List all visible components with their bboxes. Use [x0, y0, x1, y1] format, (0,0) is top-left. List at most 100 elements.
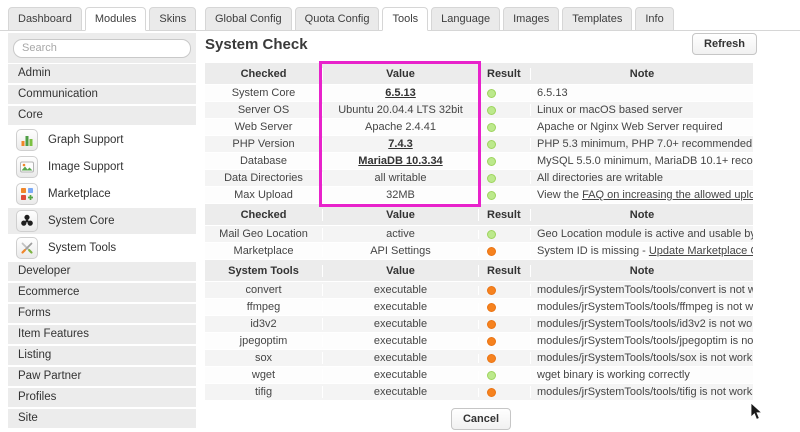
checked-cell: wget	[205, 369, 322, 381]
sidebar-category-core[interactable]: Core	[8, 106, 196, 125]
result-cell	[478, 123, 530, 132]
note-cell: modules/jrSystemTools/tools/id3v2 is not…	[530, 318, 753, 330]
value-cell: 7.4.3	[322, 138, 478, 150]
sidebar-item-label: System Tools	[48, 242, 116, 254]
note-cell: View the FAQ on increasing the allowed u…	[530, 189, 753, 201]
refresh-button[interactable]: Refresh	[692, 33, 757, 55]
checked-cell: Database	[205, 155, 322, 167]
note-cell: wget binary is working correctly	[530, 369, 753, 381]
value-cell: API Settings	[322, 245, 478, 257]
checked-cell: sox	[205, 352, 322, 364]
note-cell: modules/jrSystemTools/tools/jpegoptim is…	[530, 335, 753, 347]
note-text: modules/jrSystemTools/tools/id3v2 is not…	[537, 318, 753, 330]
sidebar-category-item-features[interactable]: Item Features	[8, 325, 196, 344]
tab-language[interactable]: Language	[431, 7, 500, 31]
tab-skins[interactable]: Skins	[149, 7, 196, 31]
status-dot-warning	[487, 320, 496, 329]
result-cell	[478, 191, 530, 200]
value-cell: executable	[322, 301, 478, 313]
checked-cell: id3v2	[205, 318, 322, 330]
sidebar-item-list: Admin Communication Core Graph SupportImage…	[8, 64, 196, 428]
result-cell	[478, 303, 530, 312]
checked-cell: PHP Version	[205, 138, 322, 150]
sidebar-item-image-support[interactable]: Image Support	[8, 154, 196, 180]
value-link[interactable]: 7.4.3	[388, 138, 412, 150]
note-text: All directories are writable	[537, 172, 663, 184]
sidebar-item-system-core[interactable]: System Core	[8, 208, 196, 234]
sidebar-item-graph-support[interactable]: Graph Support	[8, 127, 196, 153]
tab-info[interactable]: Info	[635, 7, 673, 31]
value-cell: MariaDB 10.3.34	[322, 155, 478, 167]
page-title: System Check	[205, 33, 308, 53]
table-header-row: System ToolsValueResultNote	[205, 260, 753, 282]
tab-global-config[interactable]: Global Config	[205, 7, 292, 31]
status-dot-warning	[487, 354, 496, 363]
cancel-button[interactable]: Cancel	[451, 408, 511, 430]
main-header: System Check Refresh	[205, 33, 757, 63]
checked-cell: Mail Geo Location	[205, 228, 322, 240]
marketplace-grid-icon	[16, 183, 38, 205]
note-cell: modules/jrSystemTools/tools/tifig is not…	[530, 386, 753, 398]
sidebar-category-site[interactable]: Site	[8, 409, 196, 428]
note-text: modules/jrSystemTools/tools/jpegoptim is…	[537, 335, 753, 347]
status-dot-ok	[487, 174, 496, 183]
status-dot-ok	[487, 89, 496, 98]
checked-cell: Server OS	[205, 104, 322, 116]
sidebar-category-profiles[interactable]: Profiles	[8, 388, 196, 407]
tab-quota-config[interactable]: Quota Config	[295, 7, 380, 31]
value-link[interactable]: MariaDB 10.3.34	[358, 155, 442, 167]
sidebar-category-developer[interactable]: Developer	[8, 262, 196, 281]
status-dot-ok	[487, 140, 496, 149]
value-cell: Apache 2.4.41	[322, 121, 478, 133]
sidebar-item-marketplace[interactable]: Marketplace	[8, 181, 196, 207]
main-content: System Check Refresh CheckedValueResultN…	[205, 33, 757, 430]
note-text: 6.5.13	[537, 87, 568, 99]
value-link[interactable]: 6.5.13	[385, 87, 416, 99]
tab-images[interactable]: Images	[503, 7, 559, 31]
table-row: Web ServerApache 2.4.41Apache or Nginx W…	[205, 119, 753, 136]
status-dot-ok	[487, 123, 496, 132]
note-cell: Geo Location module is active and usable…	[530, 228, 753, 240]
sidebar-item-system-tools[interactable]: System Tools	[8, 235, 196, 261]
sidebar-category-ecommerce[interactable]: Ecommerce	[8, 283, 196, 302]
result-cell	[478, 174, 530, 183]
note-cell: Linux or macOS based server	[530, 104, 753, 116]
sidebar-category-communication[interactable]: Communication	[8, 85, 196, 104]
column-header-note: Note	[530, 209, 753, 221]
sidebar-category-listing[interactable]: Listing	[8, 346, 196, 365]
search-input[interactable]	[13, 39, 191, 58]
note-cell: MySQL 5.5.0 minimum, MariaDB 10.1+ recom…	[530, 155, 753, 167]
value-cell: all writable	[322, 172, 478, 184]
result-cell	[478, 230, 530, 239]
note-text: modules/jrSystemTools/tools/ffmpeg is no…	[537, 301, 753, 313]
table-row: soxexecutablemodules/jrSystemTools/tools…	[205, 350, 753, 367]
table-row: tifigexecutablemodules/jrSystemTools/too…	[205, 384, 753, 401]
note-cell: modules/jrSystemTools/tools/ffmpeg is no…	[530, 301, 753, 313]
tab-templates[interactable]: Templates	[562, 7, 632, 31]
tab-modules[interactable]: Modules	[85, 7, 147, 31]
table-row: convertexecutablemodules/jrSystemTools/t…	[205, 282, 753, 299]
value-cell: Ubuntu 20.04.4 LTS 32bit	[322, 104, 478, 116]
note-link[interactable]: FAQ on increasing the allowed upload siz…	[582, 189, 753, 201]
table-row: Data Directoriesall writableAll director…	[205, 170, 753, 187]
sidebar-category-paw-partner[interactable]: Paw Partner	[8, 367, 196, 386]
table-row: wgetexecutablewget binary is working cor…	[205, 367, 753, 384]
sidebar-category-admin[interactable]: Admin	[8, 64, 196, 83]
note-text: Geo Location module is active and usable…	[537, 228, 753, 240]
sidebar-category-forms[interactable]: Forms	[8, 304, 196, 323]
column-header-value: Value	[322, 68, 478, 80]
note-cell: 6.5.13	[530, 87, 753, 99]
checked-cell: System Core	[205, 87, 322, 99]
result-cell	[478, 320, 530, 329]
status-dot-warning	[487, 247, 496, 256]
table-row: Max Upload32MBView the FAQ on increasing…	[205, 187, 753, 204]
note-text: View the	[537, 189, 582, 201]
table-row: ffmpegexecutablemodules/jrSystemTools/to…	[205, 299, 753, 316]
note-link[interactable]: Update Marketplace Config	[649, 245, 753, 257]
tab-dashboard[interactable]: Dashboard	[8, 7, 82, 31]
table-row: jpegoptimexecutablemodules/jrSystemTools…	[205, 333, 753, 350]
module-tabs-group: Global ConfigQuota ConfigToolsLanguageIm…	[205, 7, 674, 31]
status-dot-warning	[487, 286, 496, 295]
status-dot-ok	[487, 157, 496, 166]
tab-tools[interactable]: Tools	[382, 7, 428, 31]
